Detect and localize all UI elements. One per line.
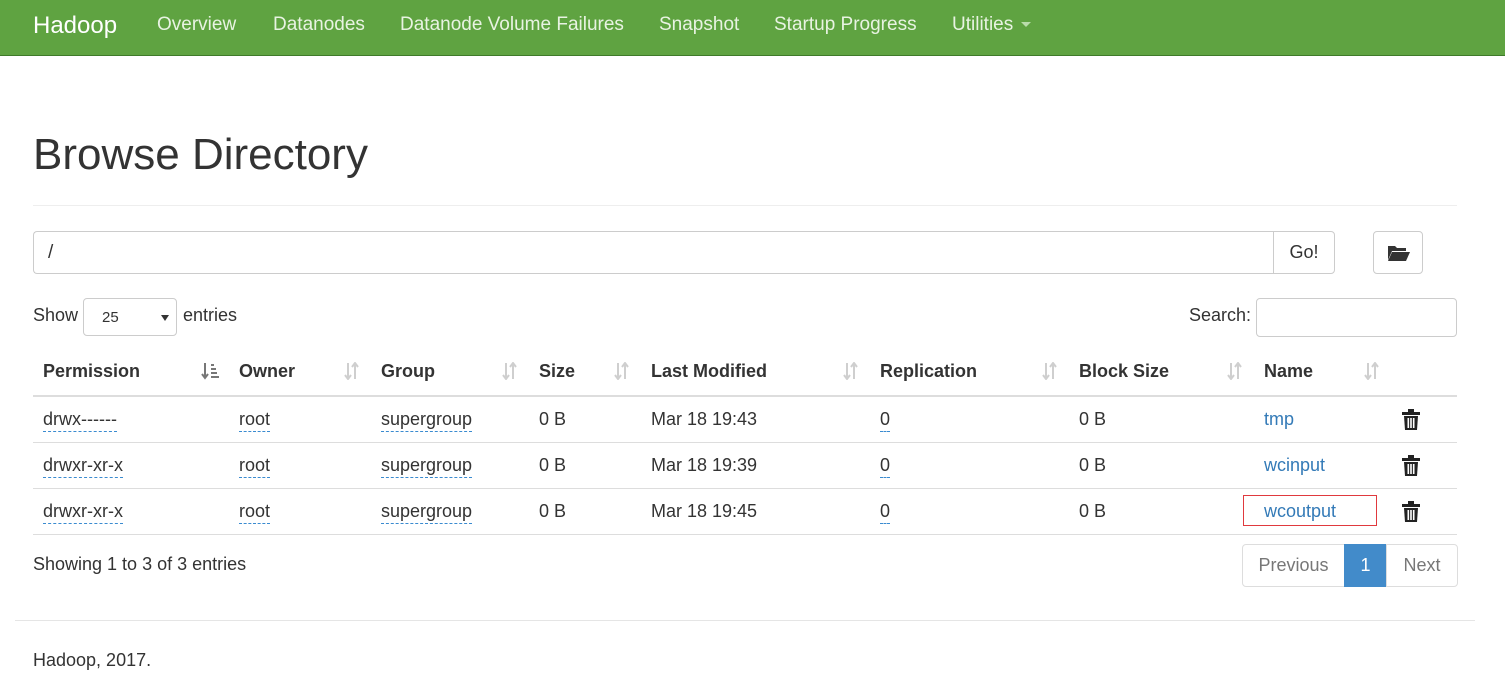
nav-overview[interactable]: Overview	[157, 14, 236, 36]
nav-startup-progress[interactable]: Startup Progress	[774, 14, 917, 36]
previous-page-button[interactable]: Previous	[1242, 544, 1345, 587]
group-cell[interactable]: supergroup	[381, 455, 473, 478]
footer-divider	[15, 620, 1475, 621]
block-size-cell: 0 B	[1079, 455, 1107, 475]
block-size-cell: 0 B	[1079, 409, 1107, 429]
folder-open-icon	[1388, 246, 1410, 261]
nav-utilities-dropdown[interactable]: Utilities	[952, 14, 1032, 36]
table-info: Showing 1 to 3 of 3 entries	[33, 554, 247, 574]
sort-desc-icon[interactable]	[201, 362, 219, 380]
size-cell: 0 B	[539, 409, 567, 429]
last-modified-cell: Mar 18 19:45	[651, 501, 758, 521]
header-replication[interactable]: Replication	[880, 361, 977, 382]
search-input[interactable]	[1256, 298, 1457, 337]
permission-cell[interactable]: drwxr-xr-x	[43, 455, 123, 478]
header-owner[interactable]: Owner	[239, 361, 295, 382]
header-size[interactable]: Size	[539, 361, 575, 382]
block-size-cell: 0 B	[1079, 501, 1107, 521]
nav-datanode-volume-failures[interactable]: Datanode Volume Failures	[400, 14, 624, 36]
permission-cell[interactable]: drwx------	[43, 409, 117, 432]
last-modified-cell: Mar 18 19:39	[651, 455, 758, 475]
entries-per-page-select[interactable]: 25	[83, 298, 177, 336]
permission-cell[interactable]: drwxr-xr-x	[43, 501, 123, 524]
page-title: Browse Directory	[33, 130, 368, 179]
group-cell[interactable]: supergroup	[381, 501, 473, 524]
header-group[interactable]: Group	[381, 361, 435, 382]
name-link[interactable]: wcinput	[1264, 455, 1325, 476]
size-cell: 0 B	[539, 501, 567, 521]
search-label: Search:	[1189, 305, 1252, 325]
header-permission[interactable]: Permission	[43, 361, 140, 382]
trash-icon[interactable]	[1401, 409, 1421, 431]
page-1-button[interactable]: 1	[1344, 544, 1387, 587]
table-row: drwxr-xr-x root supergroup 0 B Mar 18 19…	[33, 443, 1457, 489]
brand-link[interactable]: Hadoop	[33, 12, 117, 40]
sort-icon[interactable]	[613, 362, 631, 380]
nav-snapshot[interactable]: Snapshot	[659, 14, 739, 36]
top-navbar: Hadoop Overview Datanodes Datanode Volum…	[0, 0, 1505, 56]
name-link[interactable]: wcoutput	[1264, 501, 1336, 522]
header-name[interactable]: Name	[1264, 361, 1313, 382]
header-block-size[interactable]: Block Size	[1079, 361, 1169, 382]
replication-cell[interactable]: 0	[880, 501, 891, 524]
sort-icon[interactable]	[501, 362, 519, 380]
entries-select-value: 25	[102, 309, 119, 326]
folder-button[interactable]	[1373, 231, 1423, 274]
sort-icon[interactable]	[343, 362, 361, 380]
sort-icon[interactable]	[1226, 362, 1244, 380]
size-cell: 0 B	[539, 455, 567, 475]
go-button[interactable]: Go!	[1273, 231, 1335, 274]
replication-cell[interactable]: 0	[880, 409, 891, 432]
sort-icon[interactable]	[1363, 362, 1381, 380]
table-row: drwx------ root supergroup 0 B Mar 18 19…	[33, 397, 1457, 443]
show-label: Show	[33, 305, 79, 325]
header-last-modified[interactable]: Last Modified	[651, 361, 767, 382]
name-link[interactable]: tmp	[1264, 409, 1294, 430]
table-row: drwxr-xr-x root supergroup 0 B Mar 18 19…	[33, 489, 1457, 535]
sort-icon[interactable]	[1041, 362, 1059, 380]
last-modified-cell: Mar 18 19:43	[651, 409, 758, 429]
sort-icon[interactable]	[842, 362, 860, 380]
caret-down-icon	[1021, 22, 1032, 28]
owner-cell[interactable]: root	[239, 501, 271, 524]
owner-cell[interactable]: root	[239, 409, 271, 432]
nav-utilities-label: Utilities	[952, 14, 1014, 35]
next-page-button[interactable]: Next	[1386, 544, 1458, 587]
trash-icon[interactable]	[1401, 501, 1421, 523]
title-divider	[33, 205, 1457, 206]
directory-path-input[interactable]: /	[33, 231, 1274, 274]
select-arrow-icon	[161, 315, 169, 321]
replication-cell[interactable]: 0	[880, 455, 891, 478]
trash-icon[interactable]	[1401, 455, 1421, 477]
group-cell[interactable]: supergroup	[381, 409, 473, 432]
footer-text: Hadoop, 2017.	[33, 650, 152, 670]
owner-cell[interactable]: root	[239, 455, 271, 478]
entries-label: entries	[183, 305, 238, 325]
nav-datanodes[interactable]: Datanodes	[273, 14, 365, 36]
